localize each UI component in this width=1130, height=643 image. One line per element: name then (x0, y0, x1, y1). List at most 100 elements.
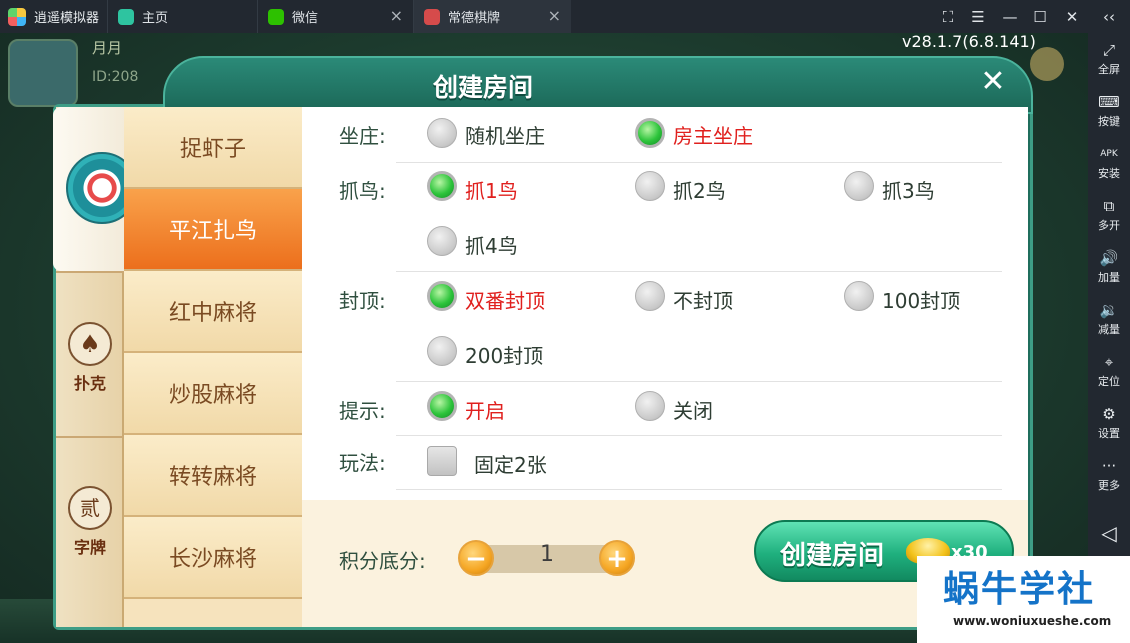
keyboard-icon: ⌨ (1098, 93, 1120, 111)
tab-game-label: 常德棋牌 (448, 11, 501, 26)
game-settings-icon[interactable] (1030, 47, 1064, 81)
bird-2-radio[interactable] (635, 171, 665, 201)
dealer-owner-label[interactable]: 房主坐庄 (673, 120, 753, 149)
category-divider (56, 271, 124, 273)
emulator-app-name: 逍遥模拟器 (34, 11, 100, 26)
tab-wechat[interactable]: 微信 × (257, 0, 413, 33)
options-panel: 坐庄: 随机坐庄 房主坐庄 抓鸟: 抓1鸟 抓2鸟 抓3鸟 抓4鸟 封顶: 双番… (302, 107, 1028, 500)
fixed-two-label[interactable]: 固定2张 (474, 449, 547, 478)
game-viewport: 月月 ID:208 v28.1.7(6.8.141) 创建房间 ✕ ♠ 扑克 贰… (0, 33, 1088, 643)
sidebar-location[interactable]: ⌖ 定位 (1088, 353, 1130, 389)
tab-game-close-icon[interactable]: × (548, 8, 561, 24)
bird-2-label[interactable]: 抓2鸟 (673, 175, 726, 204)
watermark: 蜗牛学社 www.woniuxueshe.com (917, 556, 1130, 643)
row-divider (396, 381, 1002, 382)
cap-200-label[interactable]: 200封顶 (465, 340, 543, 369)
sidebar-more[interactable]: ··· 更多 (1088, 457, 1130, 493)
bird-3-label[interactable]: 抓3鸟 (882, 175, 935, 204)
hint-off-label[interactable]: 关闭 (673, 395, 713, 424)
dealer-owner-radio[interactable] (635, 118, 665, 148)
game-item-zhuoxiazi[interactable]: 捉虾子 (124, 107, 302, 189)
fixed-two-checkbox[interactable] (427, 446, 457, 476)
game-list: 捉虾子 平江扎鸟 红中麻将 炒股麻将 转转麻将 长沙麻将 (124, 107, 302, 627)
bird-1-label[interactable]: 抓1鸟 (465, 175, 518, 204)
category-zipai-label: 字牌 (73, 538, 106, 557)
volume-down-icon: 🔉 (1099, 301, 1119, 319)
category-poker[interactable]: ♠ 扑克 (56, 322, 124, 394)
multi-window-icon: ⧉ (1103, 197, 1115, 215)
cap-double-label[interactable]: 双番封顶 (465, 285, 545, 314)
menu-icon[interactable]: ☰ (963, 0, 993, 33)
dealer-label: 坐庄: (339, 124, 386, 148)
emulator-sidebar: ⤢ 全屏 ⌨ 按键 APK 安装 ⧉ 多开 🔊 加量 🔉 减量 ⌖ 定位 ⚙ 设… (1088, 33, 1130, 643)
spade-icon: ♠ (68, 322, 112, 366)
emulator-logo-icon (8, 7, 26, 26)
collapse-sidebar-icon[interactable]: ‹‹ (1094, 0, 1124, 33)
hint-label: 提示: (339, 399, 386, 423)
tab-home-label: 主页 (142, 11, 169, 26)
home-tab-icon (118, 8, 135, 25)
row-divider (396, 162, 1002, 163)
android-back-icon[interactable]: ◁ (1088, 521, 1130, 545)
score-decrement-button[interactable]: − (458, 540, 494, 576)
bird-3-radio[interactable] (844, 171, 874, 201)
maximize-icon[interactable]: ☐ (1025, 0, 1055, 33)
tab-home[interactable]: 主页 (107, 0, 257, 33)
game-item-changsha-mahjong[interactable]: 长沙麻将 (124, 517, 302, 599)
sidebar-multi-instance[interactable]: ⧉ 多开 (1088, 197, 1130, 233)
game-item-zhuanzhuan-mahjong[interactable]: 转转麻将 (124, 435, 302, 517)
game-item-chaogu-mahjong[interactable]: 炒股麻将 (124, 353, 302, 435)
create-room-label: 创建房间 (780, 541, 885, 571)
sidebar-volume-down[interactable]: 🔉 减量 (1088, 301, 1130, 337)
dealer-random-label[interactable]: 随机坐庄 (465, 120, 545, 149)
cap-none-label[interactable]: 不封顶 (673, 285, 733, 314)
hint-on-label[interactable]: 开启 (465, 395, 505, 424)
dealer-random-radio[interactable] (427, 118, 457, 148)
sidebar-fullscreen[interactable]: ⤢ 全屏 (1088, 41, 1130, 77)
dialog-header (163, 56, 1033, 114)
emulator-titlebar: 逍遥模拟器 主页 微信 × 常德棋牌 × ⛶ ☰ — ☐ ✕ ‹‹ (0, 0, 1130, 33)
bird-4-radio[interactable] (427, 226, 457, 256)
row-divider (396, 435, 1002, 436)
score-increment-button[interactable]: + (599, 540, 635, 576)
game-item-hongzhong-mahjong[interactable]: 红中麻将 (124, 271, 302, 353)
more-dots-icon: ··· (1101, 457, 1117, 475)
watermark-title: 蜗牛学社 (943, 569, 1096, 610)
category-zipai[interactable]: 贰 字牌 (56, 486, 124, 558)
tab-wechat-close-icon[interactable]: × (390, 8, 403, 24)
score-label: 积分底分: (339, 549, 426, 573)
wechat-icon (268, 8, 285, 25)
sidebar-volume-up[interactable]: 🔊 加量 (1088, 249, 1130, 285)
hint-on-radio[interactable] (427, 391, 457, 421)
gear-icon: ⚙ (1102, 405, 1116, 423)
score-value: 1 (540, 542, 554, 567)
version-label: v28.1.7(6.8.141) (902, 33, 1036, 51)
cap-label: 封顶: (339, 289, 386, 313)
watermark-url: www.woniuxueshe.com (953, 614, 1112, 628)
cap-double-radio[interactable] (427, 281, 457, 311)
window-close-icon[interactable]: ✕ (1057, 0, 1087, 33)
hint-off-radio[interactable] (635, 391, 665, 421)
cap-100-label[interactable]: 100封顶 (882, 285, 960, 314)
game-item-pingjiang-zhaniao[interactable]: 平江扎鸟 (124, 189, 302, 271)
sidebar-install[interactable]: APK 安装 (1088, 145, 1130, 181)
dialog-title: 创建房间 (433, 73, 534, 102)
dialog-close-icon[interactable]: ✕ (975, 64, 1011, 100)
row-divider (396, 271, 1002, 272)
fullscreen-icon: ⤢ (1102, 41, 1115, 59)
cap-none-radio[interactable] (635, 281, 665, 311)
zipai-icon: 贰 (68, 486, 112, 530)
bird-label: 抓鸟: (339, 179, 386, 203)
bird-4-label[interactable]: 抓4鸟 (465, 230, 518, 259)
screenshot-capture-icon[interactable]: ⛶ (933, 0, 963, 33)
minimize-icon[interactable]: — (995, 0, 1025, 33)
cap-200-radio[interactable] (427, 336, 457, 366)
cap-100-radio[interactable] (844, 281, 874, 311)
sidebar-settings[interactable]: ⚙ 设置 (1088, 405, 1130, 441)
bird-1-radio[interactable] (427, 171, 457, 201)
sidebar-keymap[interactable]: ⌨ 按键 (1088, 93, 1130, 129)
tab-game[interactable]: 常德棋牌 × (413, 0, 572, 33)
emulator-app[interactable]: 逍遥模拟器 (0, 0, 107, 33)
volume-up-icon: 🔊 (1099, 249, 1119, 267)
create-room-dialog: 创建房间 ✕ ♠ 扑克 贰 字牌 捉虾子 平江扎鸟 红中麻将 炒股麻将 转转麻将… (53, 56, 1033, 630)
